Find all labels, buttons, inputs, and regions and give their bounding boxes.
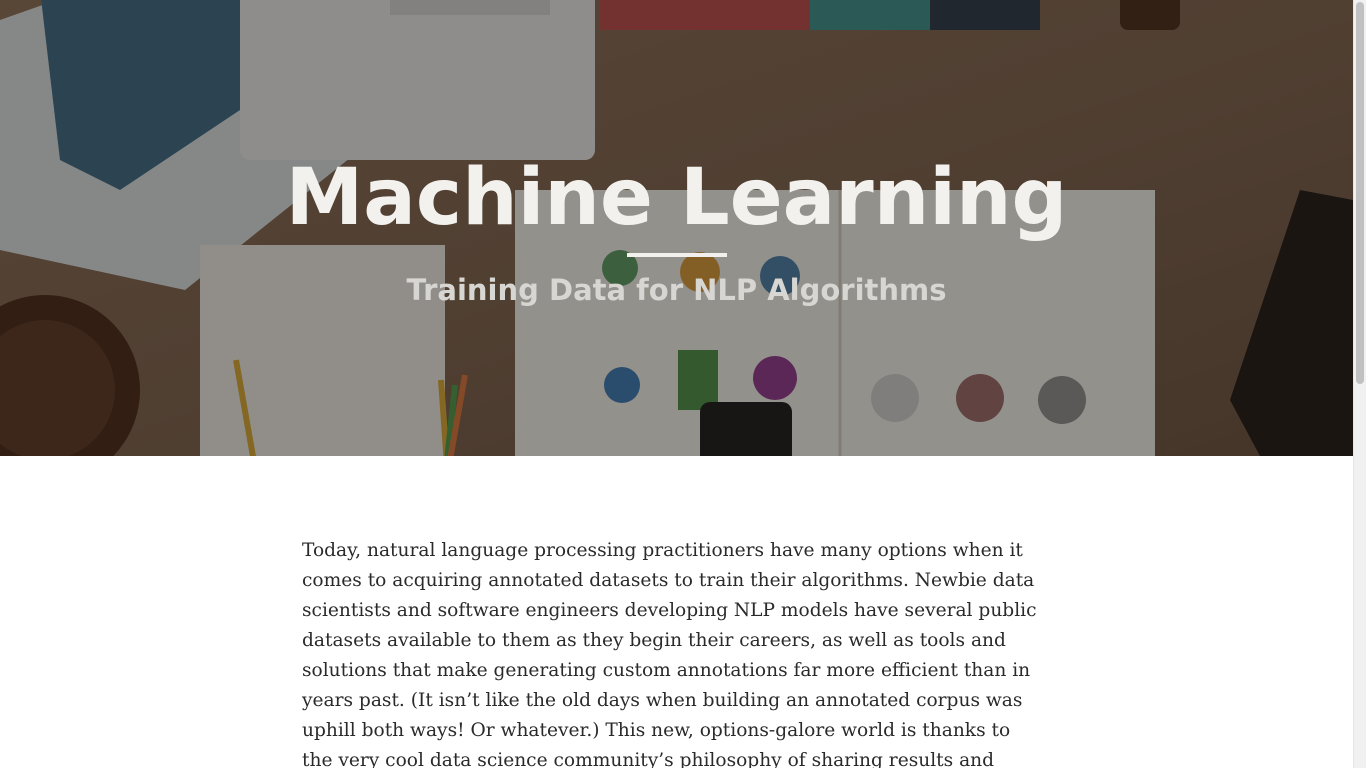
hero-banner: Machine Learning Training Data for NLP A…	[0, 0, 1353, 456]
page: Machine Learning Training Data for NLP A…	[0, 0, 1366, 768]
article-intro-paragraph: Today, natural language processing pract…	[302, 540, 1037, 768]
page-subtitle: Training Data for NLP Algorithms	[406, 273, 947, 307]
title-divider	[627, 253, 727, 257]
scrollbar-thumb[interactable]	[1356, 2, 1364, 384]
page-title: Machine Learning	[285, 153, 1068, 243]
vertical-scrollbar[interactable]	[1353, 0, 1366, 768]
